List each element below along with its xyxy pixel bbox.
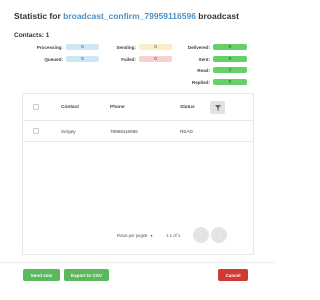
- replied-label: Replied:: [191, 80, 210, 85]
- rows-per-page-value: 5: [145, 233, 148, 238]
- sent-value: 0: [213, 56, 247, 62]
- sent-label: Sent:: [198, 57, 210, 62]
- processing-label: Processing:: [36, 45, 63, 50]
- row-contact: Sergey: [61, 129, 76, 134]
- filter-icon: [214, 104, 221, 111]
- send-sms-button[interactable]: Send sms: [23, 269, 60, 281]
- next-page-button[interactable]: ›: [211, 227, 227, 243]
- column-header-contact[interactable]: Contact: [61, 105, 79, 110]
- rows-per-page-select[interactable]: 5 ▾: [145, 233, 153, 238]
- cancel-button[interactable]: Cancel: [218, 269, 248, 281]
- column-header-phone[interactable]: Phone: [110, 105, 125, 110]
- delivered-value: 0: [213, 44, 247, 50]
- failed-label: Failed:: [121, 57, 136, 62]
- rows-per-page-label: Rows per page: [117, 233, 146, 238]
- filter-button[interactable]: [210, 101, 225, 114]
- row-divider: [22, 141, 254, 142]
- title-suffix: broadcast: [198, 11, 239, 21]
- column-header-status[interactable]: Status: [180, 105, 195, 110]
- dialog-title: Statistic for broadcast_confirm_79959116…: [14, 11, 239, 21]
- row-phone: 79959116596: [110, 129, 138, 134]
- row-checkbox[interactable]: [33, 128, 39, 134]
- pagination-range: 1-1 of 1: [166, 233, 181, 238]
- read-value: 1: [213, 67, 247, 73]
- chevron-down-icon: ▾: [150, 233, 153, 238]
- contacts-count: Contacts: 1: [14, 32, 50, 39]
- read-label: Read:: [197, 68, 210, 73]
- footer-divider: [0, 262, 275, 263]
- delivered-label: Delivered:: [187, 45, 210, 50]
- row-status: READ: [180, 129, 193, 134]
- select-all-checkbox[interactable]: [33, 104, 39, 110]
- previous-page-button[interactable]: ‹: [193, 227, 209, 243]
- replied-value: 0: [213, 79, 247, 85]
- broadcast-name: broadcast_confirm_79959116596: [63, 11, 196, 21]
- sending-label: Sending:: [116, 45, 136, 50]
- export-csv-button[interactable]: Export to CSV: [64, 269, 109, 281]
- queued-label: Queued:: [44, 57, 63, 62]
- chevron-right-icon: ›: [218, 232, 220, 238]
- title-prefix: Statistic for: [14, 11, 61, 21]
- header-divider: [22, 120, 254, 121]
- chevron-left-icon: ‹: [200, 232, 202, 238]
